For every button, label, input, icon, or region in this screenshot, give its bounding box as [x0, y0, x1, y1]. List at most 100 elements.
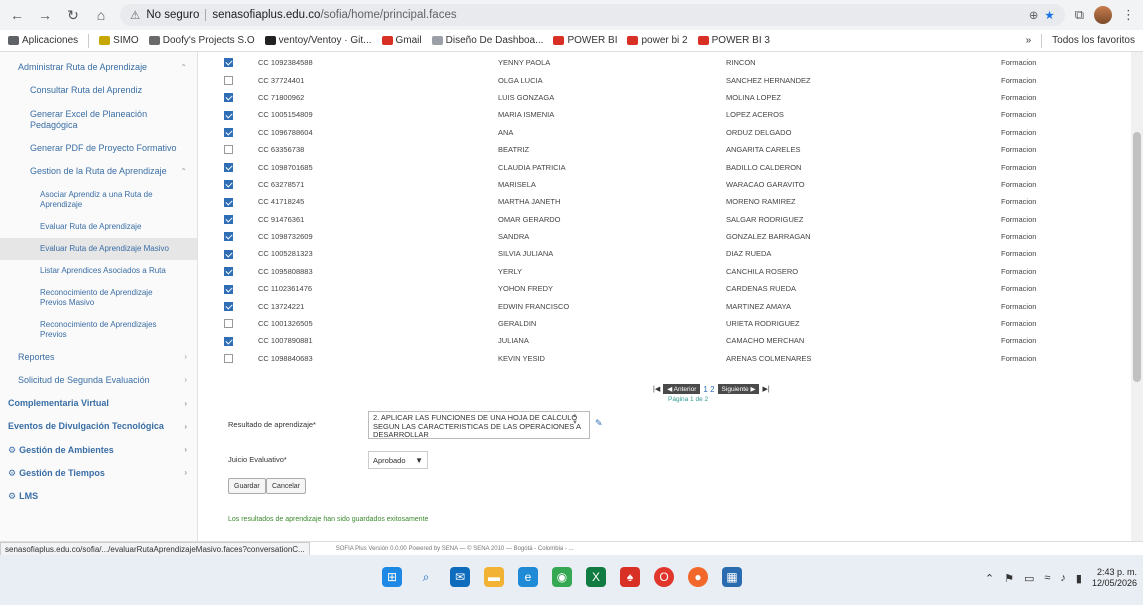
- bookmark-item[interactable]: Doofy's Projects S.O: [148, 35, 255, 46]
- first-page-button[interactable]: |◀: [653, 385, 660, 393]
- opera-icon[interactable]: O: [654, 567, 674, 587]
- row-checkbox[interactable]: [224, 180, 233, 190]
- textarea-scroll-icon[interactable]: ▲ ▼: [572, 413, 578, 427]
- save-button[interactable]: Guardar: [228, 478, 266, 494]
- sidebar-item[interactable]: Complementaria Virtual ›: [0, 392, 197, 415]
- sidebar-item[interactable]: Administrar Ruta de Aprendizaje ⌃: [0, 56, 197, 79]
- bookmark-item[interactable]: POWER BI 3: [697, 35, 770, 46]
- prev-page-button[interactable]: ◀ Anterior: [663, 384, 701, 394]
- bookmark-item[interactable]: SIMO: [99, 35, 139, 46]
- star-icon[interactable]: ★: [1044, 8, 1054, 22]
- row-checkbox[interactable]: [224, 249, 233, 259]
- page-scrollbar[interactable]: [1131, 52, 1143, 541]
- menu-icon[interactable]: ⋮: [1122, 7, 1135, 23]
- browser-icon[interactable]: ●: [688, 567, 708, 587]
- volume-icon[interactable]: ♪: [1060, 572, 1066, 584]
- bookmark-item[interactable]: Gmail: [381, 35, 422, 46]
- row-checkbox[interactable]: [224, 128, 233, 138]
- row-checkbox[interactable]: [224, 267, 233, 277]
- status-cell: Formacion: [1001, 127, 1037, 137]
- excel-icon[interactable]: X: [586, 567, 606, 587]
- sidebar-item[interactable]: Asociar Aprendiz a una Ruta de Aprendiza…: [0, 184, 197, 216]
- sidebar-item[interactable]: Evaluar Ruta de Aprendizaje: [0, 216, 197, 238]
- search-icon[interactable]: ⌕: [416, 567, 436, 587]
- file-explorer-icon[interactable]: ▬: [484, 567, 504, 587]
- sidebar-item[interactable]: Reportes ›: [0, 346, 197, 369]
- next-page-button[interactable]: Siguiente ▶: [717, 384, 760, 394]
- lastname-cell: ORDUZ DELGADO: [726, 127, 792, 137]
- judgment-select[interactable]: Aprobado ▼: [368, 451, 428, 469]
- row-checkbox[interactable]: [224, 284, 233, 294]
- zoom-icon[interactable]: ⊕: [1029, 8, 1039, 22]
- sidebar-item[interactable]: Generar Excel de Planeación Pedagógica: [0, 103, 197, 138]
- name-cell: JULIANA: [498, 336, 529, 346]
- cancel-button[interactable]: Cancelar: [266, 478, 307, 494]
- sidebar-item[interactable]: Reconocimiento de Aprendizaje Previos Ma…: [0, 282, 197, 314]
- bookmark-item[interactable]: POWER BI: [553, 35, 617, 46]
- sidebar-item[interactable]: Consultar Ruta del Aprendiz: [0, 79, 197, 102]
- bookmark-item[interactable]: Aplicaciones: [8, 35, 78, 46]
- row-checkbox[interactable]: [224, 232, 233, 242]
- avatar[interactable]: [1094, 6, 1112, 24]
- chrome-icon[interactable]: ◉: [552, 567, 572, 587]
- sidebar-item[interactable]: Gestion de la Ruta de Aprendizaje ⌃: [0, 160, 197, 183]
- scrollbar-thumb[interactable]: [1133, 132, 1141, 382]
- bookmark-item[interactable]: power bi 2: [627, 35, 688, 46]
- bookmark-item[interactable]: Diseño De Dashboa...: [431, 35, 543, 46]
- row-checkbox[interactable]: [224, 197, 233, 207]
- app-icon[interactable]: ♠: [620, 567, 640, 587]
- lastname-cell: MORENO RAMIREZ: [726, 197, 796, 207]
- start-icon[interactable]: ⊞: [382, 567, 402, 587]
- sidebar-item-label: Evaluar Ruta de Aprendizaje: [40, 221, 142, 231]
- all-bookmarks-link[interactable]: Todos los favoritos: [1052, 35, 1135, 46]
- back-icon[interactable]: ←: [8, 6, 26, 24]
- select-cell: [220, 158, 254, 175]
- extensions-icon[interactable]: ⧉: [1075, 7, 1084, 23]
- bookmark-icon: [431, 36, 443, 45]
- sidebar-item[interactable]: Solicitud de Segunda Evaluación ›: [0, 369, 197, 392]
- sidebar-item[interactable]: Reconocimiento de Aprendizajes Previos: [0, 314, 197, 346]
- sidebar-item[interactable]: ⚙ Gestión de Tiempos ›: [0, 462, 197, 485]
- edge-icon[interactable]: e: [518, 567, 538, 587]
- document-cell: CC 1098840683: [258, 353, 313, 363]
- sidebar-item[interactable]: ⚙ Gestión de Ambientes ›: [0, 439, 197, 462]
- outlook-calendar-icon[interactable]: ▦: [722, 567, 742, 587]
- clock[interactable]: 2:43 p. m. 12/05/2026: [1092, 567, 1137, 589]
- app-tray-icon[interactable]: ⚑: [1004, 572, 1014, 585]
- row-checkbox[interactable]: [224, 162, 233, 172]
- sidebar-item[interactable]: Eventos de Divulgación Tecnológica ›: [0, 415, 197, 438]
- battery-icon[interactable]: ▮: [1076, 572, 1082, 585]
- row-checkbox[interactable]: [224, 93, 233, 103]
- row-checkbox[interactable]: [224, 319, 233, 329]
- sidebar-item[interactable]: ⚙ LMS: [0, 485, 197, 508]
- sidebar-item[interactable]: Listar Aprendices Asociados a Ruta: [0, 260, 197, 282]
- edit-icon[interactable]: ✎: [595, 418, 603, 429]
- page-numbers[interactable]: 1 2: [703, 385, 714, 394]
- row-checkbox[interactable]: [224, 58, 233, 68]
- learning-result-field[interactable]: 2. APLICAR LAS FUNCIONES DE UNA HOJA DE …: [368, 411, 590, 439]
- row-checkbox[interactable]: [224, 336, 233, 346]
- display-icon[interactable]: ▭: [1024, 572, 1034, 585]
- sidebar-item[interactable]: Evaluar Ruta de Aprendizaje Masivo: [0, 237, 197, 260]
- address-bar[interactable]: ⚠ No seguro senasofiaplus.edu.co/sofia/h…: [120, 4, 1065, 26]
- chevron-up-icon[interactable]: ⌃: [985, 572, 994, 585]
- table-row: CC 1005281323 SILVIA JULIANA DIAZ RUEDA For…: [220, 245, 1143, 262]
- document-cell: CC 91476361: [258, 214, 305, 224]
- outlook-icon[interactable]: ✉: [450, 567, 470, 587]
- main-panel: CC 1092384588 YENNY PAOLA RINCON Formacion C…: [198, 52, 1143, 541]
- wifi-icon[interactable]: ≈: [1044, 572, 1050, 584]
- row-checkbox[interactable]: [224, 145, 233, 155]
- row-checkbox[interactable]: [224, 214, 233, 224]
- warning-icon[interactable]: ⚠: [130, 8, 140, 22]
- row-checkbox[interactable]: [224, 354, 233, 364]
- bookmark-item[interactable]: ventoy/Ventoy · Git...: [264, 35, 372, 46]
- more-bookmarks-button[interactable]: »: [1026, 35, 1032, 46]
- row-checkbox[interactable]: [224, 301, 233, 311]
- forward-icon[interactable]: →: [36, 6, 54, 24]
- row-checkbox[interactable]: [224, 110, 233, 120]
- home-icon[interactable]: ⌂: [92, 6, 110, 24]
- row-checkbox[interactable]: [224, 75, 233, 85]
- last-page-button[interactable]: ▶|: [762, 385, 769, 393]
- reload-icon[interactable]: ↻: [64, 6, 82, 24]
- sidebar-item[interactable]: Generar PDF de Proyecto Formativo: [0, 137, 197, 160]
